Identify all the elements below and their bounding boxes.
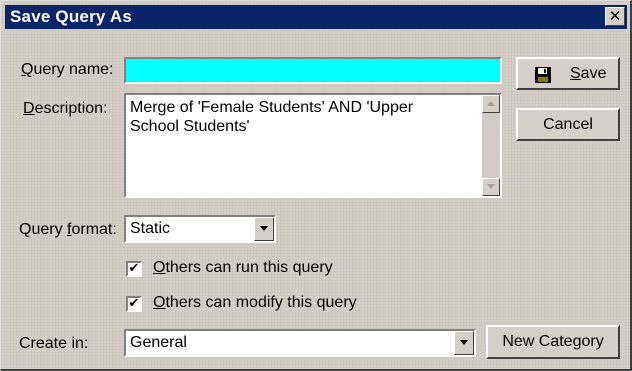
others-can-modify-checkbox[interactable]: ✔ — [126, 296, 142, 312]
save-button-label: Save — [570, 65, 607, 82]
create-in-select[interactable]: General — [124, 329, 476, 357]
description-label: Description: — [23, 100, 108, 117]
dialog-title: Save Query As — [10, 7, 132, 26]
query-format-dropdown-button[interactable] — [254, 217, 274, 241]
create-in-dropdown-button[interactable] — [454, 331, 474, 355]
others-can-modify-label[interactable]: Others can modify this query — [153, 294, 357, 312]
title-bar[interactable]: Save Query As ✕ — [5, 5, 627, 29]
query-name-label: Query name: — [21, 61, 114, 78]
others-can-run-label[interactable]: Others can run this query — [153, 259, 333, 277]
close-icon: ✕ — [608, 7, 622, 25]
query-name-input[interactable] — [124, 57, 502, 84]
new-category-button[interactable]: New Category — [486, 325, 620, 359]
others-can-run-checkbox[interactable]: ✔ — [126, 261, 142, 277]
save-query-as-dialog: Save Query As ✕ Query name: Description:… — [0, 0, 632, 371]
floppy-disk-icon — [535, 67, 551, 83]
save-button[interactable]: Save — [516, 57, 620, 90]
scroll-down-arrow-icon — [487, 184, 495, 189]
cancel-button[interactable]: Cancel — [516, 108, 620, 141]
chevron-down-icon — [460, 340, 468, 345]
description-text: Merge of 'Female Students' AND 'Upper Sc… — [130, 99, 414, 135]
close-button[interactable]: ✕ — [605, 7, 625, 26]
scroll-down-button[interactable] — [482, 178, 500, 196]
description-scrollbar[interactable] — [482, 95, 500, 196]
query-format-label: Query format: — [19, 221, 117, 238]
query-format-select[interactable]: Static — [124, 215, 276, 243]
scroll-up-arrow-icon — [487, 101, 495, 106]
scroll-up-button[interactable] — [482, 95, 500, 113]
create-in-label: Create in: — [19, 335, 89, 352]
description-textarea[interactable]: Merge of 'Female Students' AND 'Upper Sc… — [124, 93, 502, 198]
chevron-down-icon — [260, 226, 268, 231]
